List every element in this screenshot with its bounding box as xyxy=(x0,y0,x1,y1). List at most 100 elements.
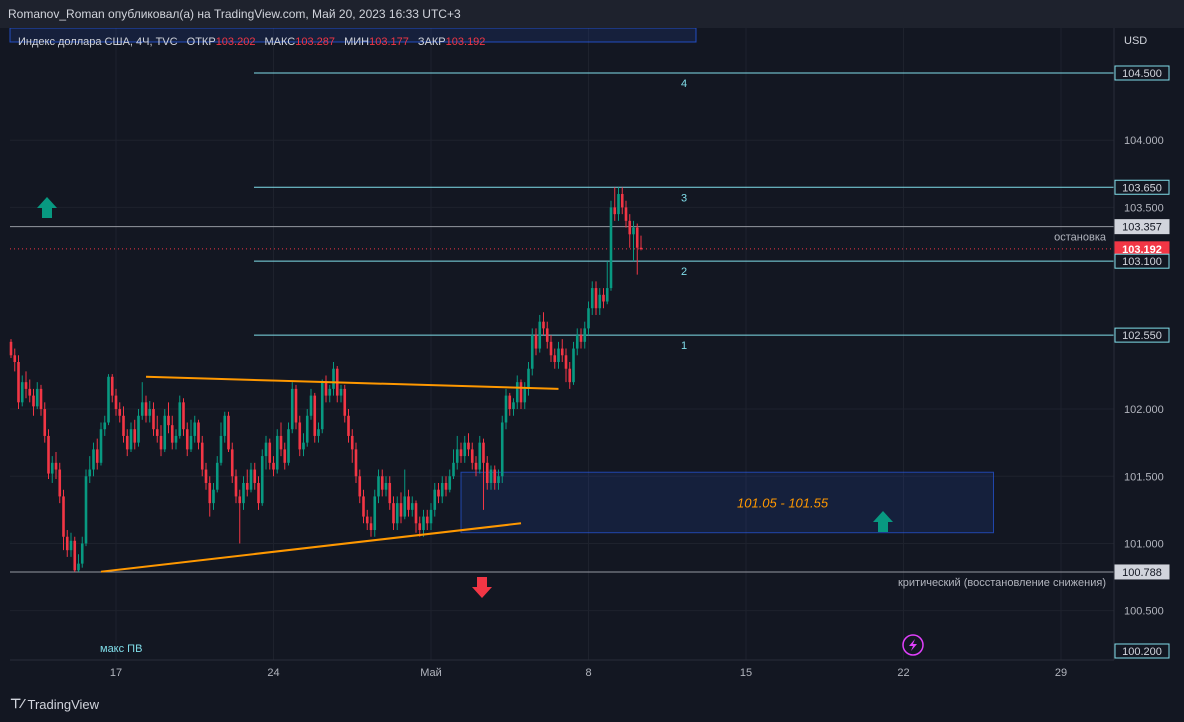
candle xyxy=(163,415,167,450)
candle xyxy=(84,476,88,544)
candle xyxy=(129,429,133,450)
candle xyxy=(437,489,440,497)
candle xyxy=(294,388,298,423)
candle xyxy=(238,496,242,504)
candle xyxy=(358,476,362,497)
candle xyxy=(249,469,253,490)
price-label: 103.100 xyxy=(1122,256,1162,268)
candle xyxy=(155,429,159,436)
candle xyxy=(215,462,219,490)
candle xyxy=(414,503,418,524)
candle xyxy=(575,335,579,349)
candle xyxy=(257,482,260,504)
candle xyxy=(639,247,643,250)
legend-low: 103.177 xyxy=(369,36,409,48)
candle xyxy=(264,442,268,457)
tradingview-logo[interactable]: ⊤⁄ TradingView xyxy=(10,696,99,712)
candle xyxy=(602,294,605,302)
candle xyxy=(369,523,373,531)
candle xyxy=(448,476,452,490)
candle xyxy=(332,368,335,389)
candle xyxy=(493,469,497,483)
candle xyxy=(107,376,110,423)
price-axis[interactable]: 100.500 101.000 101.500 102.000 103.500 104.0… xyxy=(1114,65,1170,659)
candle xyxy=(204,469,208,483)
candle xyxy=(35,388,39,407)
candle xyxy=(485,462,489,483)
candle xyxy=(635,227,639,248)
candle xyxy=(159,435,163,450)
candle xyxy=(440,482,444,497)
candle xyxy=(174,435,178,443)
candle xyxy=(193,422,197,436)
candle xyxy=(140,402,144,416)
time-tick-label: 22 xyxy=(897,667,909,679)
support-zone[interactable] xyxy=(460,471,994,534)
candle xyxy=(459,449,463,457)
candle xyxy=(579,335,583,342)
candle xyxy=(24,382,28,389)
candle xyxy=(305,415,309,443)
lightning-icon[interactable] xyxy=(902,634,924,656)
candle xyxy=(298,422,302,450)
price-label: 104.500 xyxy=(1122,68,1162,80)
candle xyxy=(290,388,294,430)
candle xyxy=(114,395,118,410)
price-tick-label: 100.500 xyxy=(1124,606,1164,618)
candle xyxy=(58,469,62,497)
legend-low-label: МИН xyxy=(344,36,369,48)
candle xyxy=(620,193,624,208)
price-chart[interactable]: 4 3 2 1 101.05 - 101.55 остановка критическ… xyxy=(0,28,1184,688)
candle xyxy=(515,382,519,403)
candle xyxy=(553,355,557,362)
candle xyxy=(69,540,73,551)
candle xyxy=(343,388,347,416)
price-label: 102.550 xyxy=(1122,330,1162,342)
candle xyxy=(260,456,264,504)
candle xyxy=(422,516,425,531)
price-label: 103.650 xyxy=(1122,182,1162,194)
candle xyxy=(144,402,148,416)
candle xyxy=(208,482,212,504)
candle xyxy=(624,207,628,221)
candle xyxy=(302,442,305,450)
candle xyxy=(407,496,410,510)
candle xyxy=(362,496,365,517)
candle xyxy=(523,388,527,403)
candle xyxy=(77,563,80,571)
candle xyxy=(474,462,478,470)
candle xyxy=(328,388,332,396)
triangle-upper-line[interactable] xyxy=(145,375,559,390)
candle xyxy=(545,328,549,342)
candle xyxy=(399,503,403,517)
candle xyxy=(197,422,200,443)
candle xyxy=(99,429,103,463)
triangle-lower-line[interactable] xyxy=(100,522,522,573)
candle xyxy=(275,435,279,470)
candle xyxy=(590,288,594,309)
candle xyxy=(594,288,598,309)
price-label: 100.788 xyxy=(1122,567,1162,579)
candle xyxy=(489,469,493,483)
candle xyxy=(118,409,122,416)
level-number: 1 xyxy=(681,340,687,352)
candle xyxy=(110,376,114,396)
candle xyxy=(425,516,429,524)
candle xyxy=(73,540,77,571)
candle xyxy=(478,442,482,470)
candle xyxy=(13,355,17,362)
candle xyxy=(133,429,137,443)
candle xyxy=(28,388,32,396)
candle xyxy=(287,429,290,463)
time-axis[interactable]: 17 24 Май 8 15 22 29 xyxy=(110,667,1067,679)
time-tick-label: 29 xyxy=(1055,667,1067,679)
candle xyxy=(230,449,234,477)
price-label: 100.200 xyxy=(1122,646,1162,658)
candle xyxy=(373,496,377,531)
candle xyxy=(189,435,193,450)
candle xyxy=(403,496,407,517)
candle xyxy=(234,476,238,497)
candle xyxy=(568,368,572,383)
down-arrow-icon xyxy=(472,577,492,598)
candle xyxy=(32,395,35,407)
